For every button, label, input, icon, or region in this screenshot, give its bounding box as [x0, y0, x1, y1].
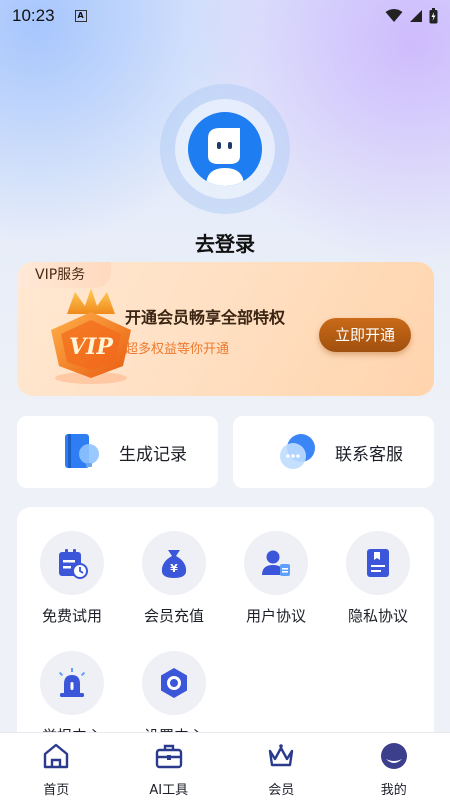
status-time: 10:23	[12, 6, 55, 25]
alarm-icon-wrap	[40, 651, 104, 715]
login-link[interactable]: 去登录	[0, 228, 450, 257]
nav-item-vip[interactable]: 会员	[225, 733, 338, 800]
grid-item-recharge[interactable]: ¥ 会员充值	[129, 531, 219, 626]
alarm-icon	[58, 668, 86, 697]
open-vip-button[interactable]: 立即开通	[319, 318, 411, 352]
bottom-nav: 首页 AI工具 会员 我的	[0, 732, 450, 800]
contact-support-label: 联系客服	[335, 444, 403, 465]
vip-card[interactable]: VIP服务 VIP 开通会员畅享全部特权 超多权益等你开通 立即开通	[17, 262, 434, 396]
services-grid: 免费试用 ¥ 会员充值 用户协议 隐私协议	[17, 507, 434, 747]
vip-title: 开通会员畅享全部特权	[125, 308, 286, 327]
status-indicator-icon: A	[74, 10, 87, 22]
avatar-inner-halo	[175, 99, 275, 199]
settings-hex-icon	[161, 668, 187, 698]
home-icon	[44, 743, 69, 769]
money-bag-icon: ¥	[161, 550, 187, 578]
generation-records-card[interactable]: 生成记录	[17, 416, 218, 488]
nav-item-ai-tools[interactable]: AI工具	[113, 733, 226, 800]
grid-label-privacy: 隐私协议	[347, 607, 408, 625]
user-agreement-icon-wrap	[244, 531, 308, 595]
privacy-doc-icon-wrap	[346, 531, 410, 595]
toolbox-icon	[155, 744, 182, 769]
nav-label-home: 首页	[43, 783, 70, 798]
money-bag-icon-wrap: ¥	[142, 531, 206, 595]
grid-label-free-trial: 免费试用	[41, 607, 102, 625]
grid-item-privacy[interactable]: 隐私协议	[333, 531, 423, 626]
status-icons	[385, 8, 438, 24]
vip-crown-badge-icon: VIP	[51, 288, 131, 384]
crown-icon	[269, 744, 294, 767]
vip-badge-text: VIP	[69, 334, 114, 360]
grid-item-user-agreement[interactable]: 用户协议	[231, 531, 321, 626]
settings-hex-icon-wrap	[142, 651, 206, 715]
wifi-icon	[385, 9, 403, 22]
profile-icon	[380, 743, 407, 769]
privacy-doc-icon	[367, 549, 389, 577]
vip-subtitle: 超多权益等你开通	[125, 342, 230, 357]
vip-service-tag: VIP服务	[17, 262, 111, 288]
avatar-halo	[160, 84, 290, 214]
nav-item-mine[interactable]: 我的	[338, 733, 450, 800]
nav-item-home[interactable]: 首页	[0, 733, 113, 800]
chat-bubble-icon	[280, 434, 315, 469]
generation-records-label: 生成记录	[119, 444, 187, 465]
trial-icon	[59, 549, 88, 579]
avatar[interactable]	[188, 112, 262, 186]
user-agreement-icon	[262, 550, 290, 576]
contact-support-card[interactable]: 联系客服	[233, 416, 434, 488]
grid-item-free-trial[interactable]: 免费试用	[27, 531, 117, 626]
nav-label-vip: 会员	[268, 783, 295, 798]
nav-label-ai-tools: AI工具	[149, 783, 189, 798]
status-bar: 10:23 A	[0, 0, 450, 32]
battery-icon	[429, 8, 438, 24]
grid-label-user-agreement: 用户协议	[245, 607, 306, 625]
robot-avatar-icon	[206, 128, 244, 186]
grid-label-recharge: 会员充值	[143, 607, 204, 625]
trial-icon-wrap	[40, 531, 104, 595]
nav-label-mine: 我的	[380, 783, 407, 798]
signal-icon	[410, 10, 422, 22]
record-book-icon	[65, 434, 99, 468]
svg-text:¥: ¥	[170, 562, 178, 575]
